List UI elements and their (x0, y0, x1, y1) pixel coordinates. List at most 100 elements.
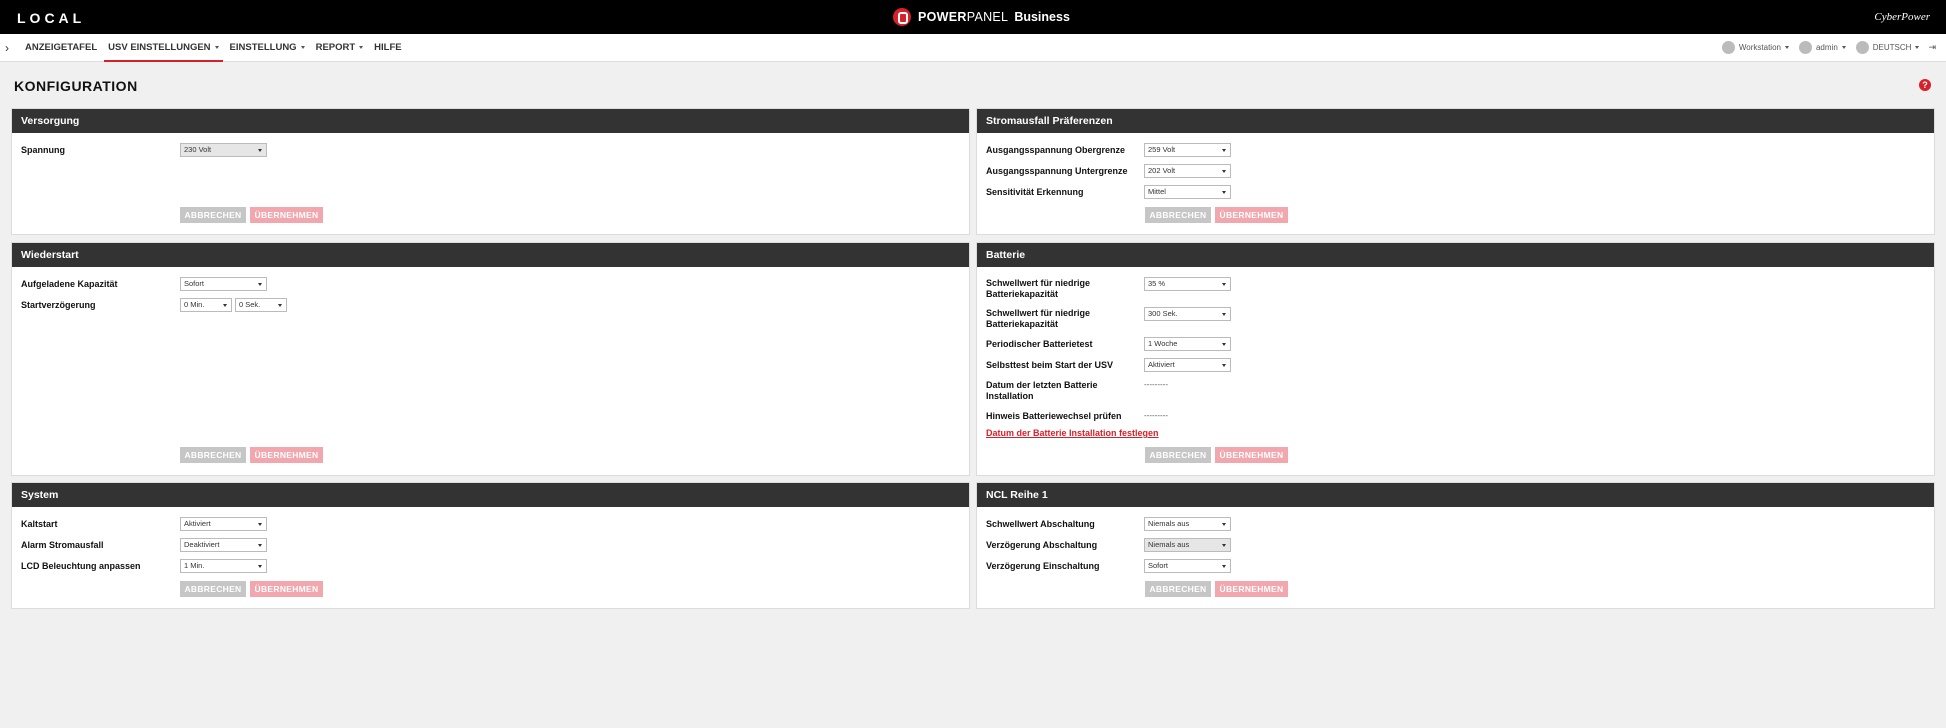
panel-wiederstart: Wiederstart Aufgeladene Kapazität Sofort… (11, 242, 970, 476)
nav-item-anzeigetafel[interactable]: ANZEIGETAFEL (21, 34, 101, 62)
sensitivitaet-label: Sensitivität Erkennung (986, 187, 1084, 197)
kaltstart-select[interactable]: Aktiviert (180, 517, 267, 531)
chevron-down-icon (258, 544, 262, 547)
selbsttest-label: Selbsttest beim Start der USV (986, 360, 1114, 370)
schwellwert-kapazitaet-select[interactable]: 35 % (1144, 277, 1231, 291)
lcd-label: LCD Beleuchtung anpassen (21, 561, 141, 571)
sensitivitaet-select[interactable]: Mittel (1144, 185, 1231, 199)
panel-title: System (12, 483, 969, 507)
kapazitaet-select[interactable]: Sofort (180, 277, 267, 291)
hinweis-value: --------- (1144, 411, 1168, 420)
cancel-button[interactable]: ABBRECHEN (1145, 207, 1211, 223)
power-logo-icon (893, 8, 911, 26)
chevron-down-icon (1222, 565, 1226, 568)
chevron-down-icon (1222, 191, 1226, 194)
schwellwert-kapazitaet-label: Schwellwert für niedrige Batteriekapazitä… (986, 278, 1091, 299)
verzoegerung-abschaltung-label: Verzögerung Abschaltung (986, 540, 1098, 550)
alarm-select[interactable]: Deaktiviert (180, 538, 267, 552)
verzoegerung-abschaltung-select[interactable]: Niemals aus (1144, 538, 1231, 552)
apply-button[interactable]: ÜBERNEHMEN (1215, 207, 1288, 223)
panel-title: Stromausfall Präferenzen (977, 109, 1934, 133)
apply-button[interactable]: ÜBERNEHMEN (1215, 581, 1288, 597)
apply-button[interactable]: ÜBERNEHMEN (250, 581, 323, 597)
apply-button[interactable]: ÜBERNEHMEN (250, 207, 323, 223)
schwellwert-zeit-select[interactable]: 300 Sek. (1144, 307, 1231, 321)
page-title: KONFIGURATION (14, 78, 138, 94)
panel-title: NCL Reihe 1 (977, 483, 1934, 507)
panel-ncl-reihe-1: NCL Reihe 1 Schwellwert Abschaltung Niem… (976, 482, 1935, 609)
alarm-label: Alarm Stromausfall (21, 540, 104, 550)
selbsttest-select[interactable]: Aktiviert (1144, 358, 1231, 372)
periodisch-label: Periodischer Batterietest (986, 339, 1093, 349)
nav-bar: › ANZEIGETAFEL USV EINSTELLUNGEN EINSTEL… (0, 34, 1946, 62)
chevron-down-icon (359, 45, 364, 49)
panel-title: Versorgung (12, 109, 969, 133)
location-label: LOCAL (17, 10, 86, 26)
vendor-logo: CyberPower (1874, 11, 1930, 23)
cancel-button[interactable]: ABBRECHEN (180, 447, 246, 463)
hinweis-label: Hinweis Batteriewechsel prüfen (986, 411, 1122, 421)
datum-installation-label: Datum der letzten Batterie Installation (986, 380, 1098, 401)
nav-right: Workstation admin DEUTSCH ⇥ (1712, 41, 1936, 54)
panel-title: Wiederstart (12, 243, 969, 267)
chevron-down-icon (1222, 283, 1226, 286)
chevron-down-icon (258, 283, 262, 286)
sidebar-toggle-icon[interactable]: › (5, 41, 9, 55)
workstation-menu[interactable]: Workstation (1721, 41, 1789, 54)
cancel-button[interactable]: ABBRECHEN (180, 207, 246, 223)
verzoegerung-min-select[interactable]: 0 Min. (180, 298, 232, 312)
globe-icon (1855, 41, 1869, 54)
apply-button[interactable]: ÜBERNEHMEN (1215, 447, 1288, 463)
untergrenze-select[interactable]: 202 Volt (1144, 164, 1231, 178)
language-menu[interactable]: DEUTSCH (1855, 41, 1920, 54)
datum-installation-value: --------- (1144, 380, 1168, 389)
chevron-down-icon (258, 149, 262, 152)
workstation-icon (1721, 41, 1735, 54)
verzoegerung-einschaltung-select[interactable]: Sofort (1144, 559, 1231, 573)
nav-item-einstellung[interactable]: EINSTELLUNG (226, 34, 309, 62)
chevron-down-icon (1784, 46, 1789, 49)
nav-menu: ANZEIGETAFEL USV EINSTELLUNGEN EINSTELLU… (21, 34, 409, 62)
panel-title: Batterie (977, 243, 1934, 267)
verzoegerung-sek-select[interactable]: 0 Sek. (235, 298, 287, 312)
chevron-down-icon (214, 45, 219, 49)
panel-stromausfall: Stromausfall Präferenzen Ausgangsspannun… (976, 108, 1935, 235)
schwellwert-abschaltung-label: Schwellwert Abschaltung (986, 519, 1095, 529)
apply-button[interactable]: ÜBERNEHMEN (250, 447, 323, 463)
untergrenze-label: Ausgangsspannung Untergrenze (986, 166, 1128, 176)
cancel-button[interactable]: ABBRECHEN (180, 581, 246, 597)
chevron-down-icon (1222, 149, 1226, 152)
obergrenze-select[interactable]: 259 Volt (1144, 143, 1231, 157)
help-icon[interactable]: ? (1919, 79, 1931, 91)
brand-suffix: Business (1014, 10, 1070, 24)
periodisch-select[interactable]: 1 Woche (1144, 337, 1231, 351)
brand: POWERPANEL Business (893, 7, 1070, 27)
nav-item-hilfe[interactable]: HILFE (370, 34, 405, 62)
lcd-select[interactable]: 1 Min. (180, 559, 267, 573)
chevron-down-icon (1222, 523, 1226, 526)
brand-power: POWER (918, 10, 967, 24)
logout-icon[interactable]: ⇥ (1928, 42, 1936, 53)
datum-festlegen-link[interactable]: Datum der Batterie Installation festlege… (986, 428, 1159, 438)
kapazitaet-label: Aufgeladene Kapazität (21, 279, 118, 289)
chevron-down-icon (300, 45, 305, 49)
user-icon (1798, 41, 1812, 54)
panel-versorgung: Versorgung Spannung 230 Volt ABBRECHEN Ü… (11, 108, 970, 235)
cancel-button[interactable]: ABBRECHEN (1145, 447, 1211, 463)
cancel-button[interactable]: ABBRECHEN (1145, 581, 1211, 597)
chevron-down-icon (1222, 313, 1226, 316)
nav-item-usv-einstellungen[interactable]: USV EINSTELLUNGEN (104, 34, 223, 62)
chevron-down-icon (1915, 46, 1920, 49)
chevron-down-icon (258, 565, 262, 568)
schwellwert-abschaltung-select[interactable]: Niemals aus (1144, 517, 1231, 531)
spannung-select[interactable]: 230 Volt (180, 143, 267, 157)
panel-system: System Kaltstart Aktiviert Alarm Stromau… (11, 482, 970, 609)
obergrenze-label: Ausgangsspannung Obergrenze (986, 145, 1126, 155)
chevron-down-icon (223, 304, 227, 307)
nav-item-report[interactable]: REPORT (312, 34, 368, 62)
brand-panel: PANEL (966, 10, 1009, 24)
spannung-label: Spannung (21, 145, 65, 155)
user-menu[interactable]: admin (1798, 41, 1846, 54)
chevron-down-icon (258, 523, 262, 526)
chevron-down-icon (1222, 170, 1226, 173)
